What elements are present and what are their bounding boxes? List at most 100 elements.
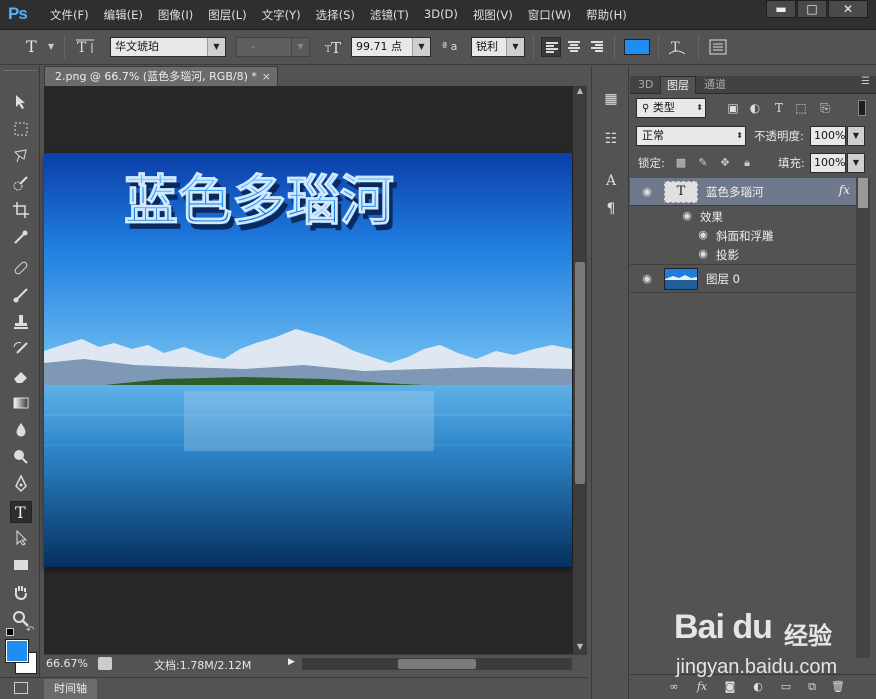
tab-layers[interactable]: 图层 <box>660 76 696 94</box>
gradient-tool-icon[interactable] <box>10 393 32 415</box>
document-tab[interactable]: 2.png @ 66.7% (蓝色多瑙河, RGB/8) * × <box>44 66 278 86</box>
effect-row-bevel[interactable]: ◉ 斜面和浮雕 <box>630 226 856 245</box>
font-family-select[interactable]: 华文琥珀 ▼ <box>110 37 226 57</box>
close-icon[interactable]: × <box>262 67 271 86</box>
document-image[interactable]: 蓝色多瑙河 蓝色多瑙河 <box>44 153 572 567</box>
scroll-down-icon[interactable]: ▼ <box>573 642 587 651</box>
fill-input[interactable]: 100% ▼ <box>810 153 865 173</box>
pen-tool-icon[interactable] <box>10 474 32 496</box>
eye-icon[interactable]: ◉ <box>696 228 710 242</box>
font-style-select[interactable]: - ▼ <box>236 37 310 57</box>
crop-tool-icon[interactable] <box>10 200 32 222</box>
zoom-level[interactable]: 66.67% <box>46 657 88 670</box>
new-adjustment-icon[interactable]: ◐ <box>750 679 766 695</box>
histogram-panel-icon[interactable]: ▦ <box>598 88 624 110</box>
menu-view[interactable]: 视图(V) <box>473 7 513 23</box>
scroll-thumb[interactable] <box>398 659 476 669</box>
layer-name[interactable]: 图层 0 <box>706 271 740 287</box>
text-tool-preset-icon[interactable]: T <box>26 37 37 57</box>
menu-image[interactable]: 图像(I) <box>158 7 193 23</box>
lock-transparent-icon[interactable]: ▩ <box>674 156 688 170</box>
text-color-swatch[interactable] <box>624 39 650 55</box>
menu-help[interactable]: 帮助(H) <box>586 7 627 23</box>
eye-icon[interactable]: ◉ <box>640 185 654 199</box>
delete-layer-icon[interactable]: 🗑︎ <box>830 679 846 695</box>
hand-tool-icon[interactable] <box>10 582 32 604</box>
menu-file[interactable]: 文件(F) <box>50 7 89 23</box>
filter-shape-icon[interactable]: ⬚ <box>794 101 808 115</box>
tab-channels[interactable]: 通道 <box>698 76 732 94</box>
maximize-button[interactable]: □ <box>797 0 827 18</box>
text-layer-content[interactable]: 蓝色多瑙河 <box>124 169 395 233</box>
panel-menu-icon[interactable]: ☰ <box>861 76 870 87</box>
blur-tool-icon[interactable] <box>10 420 32 442</box>
menu-layer[interactable]: 图层(L) <box>208 7 246 23</box>
scroll-thumb[interactable] <box>858 178 868 208</box>
close-button[interactable]: ✕ <box>828 0 868 18</box>
path-selection-tool-icon[interactable] <box>10 528 32 550</box>
minimize-button[interactable]: ▬ <box>766 0 796 18</box>
menu-edit[interactable]: 编辑(E) <box>104 7 143 23</box>
layer-name[interactable]: 蓝色多瑙河 <box>706 184 764 200</box>
layer-row-text[interactable]: ◉ T 蓝色多瑙河 fx <box>630 178 856 206</box>
scroll-thumb[interactable] <box>575 262 585 484</box>
eyedropper-tool-icon[interactable] <box>10 227 32 249</box>
effect-row-drop-shadow[interactable]: ◉ 投影 <box>630 245 856 265</box>
dodge-tool-icon[interactable] <box>10 447 32 469</box>
layers-scrollbar[interactable] <box>856 178 870 658</box>
blend-mode-select[interactable]: 正常 ⬍ <box>636 126 746 146</box>
foreground-color-swatch[interactable] <box>5 639 29 663</box>
status-info-icon[interactable] <box>98 657 112 670</box>
rectangle-tool-icon[interactable] <box>10 555 32 577</box>
vertical-scrollbar[interactable]: ▲ ▼ <box>573 86 587 654</box>
effects-group-row[interactable]: ◉ 效果 <box>630 207 856 226</box>
new-group-icon[interactable]: ▭ <box>778 679 794 695</box>
filter-type-icon[interactable]: T <box>772 101 786 115</box>
lock-position-icon[interactable]: ✥ <box>718 156 732 170</box>
chevron-down-icon[interactable]: ▼ <box>847 153 865 173</box>
new-layer-icon[interactable]: ⧉ <box>804 679 820 695</box>
eye-icon[interactable]: ◉ <box>680 209 694 223</box>
canvas-area[interactable]: 蓝色多瑙河 蓝色多瑙河 <box>44 86 573 654</box>
swap-colors-icon[interactable]: ↶ <box>26 625 34 636</box>
panel-grip[interactable] <box>4 70 36 74</box>
text-orientation-icon[interactable]: T <box>74 37 96 57</box>
preset-chevron-icon[interactable]: ▼ <box>48 37 54 57</box>
clone-stamp-tool-icon[interactable] <box>10 312 32 334</box>
paragraph-panel-icon[interactable]: ¶ <box>598 198 624 220</box>
filter-adjustment-icon[interactable]: ◐ <box>748 101 762 115</box>
menu-select[interactable]: 选择(S) <box>316 7 355 23</box>
eye-icon[interactable]: ◉ <box>696 247 710 261</box>
antialias-select[interactable]: 锐利 ▼ <box>471 37 525 57</box>
type-tool-icon[interactable]: T <box>10 501 32 523</box>
align-right-button[interactable] <box>587 37 607 57</box>
timeline-tab[interactable]: 时间轴 <box>44 679 97 699</box>
menu-filter[interactable]: 滤镜(T) <box>370 7 409 23</box>
opacity-input[interactable]: 100% ▼ <box>810 126 865 146</box>
filter-toggle[interactable] <box>858 100 866 116</box>
filter-smart-object-icon[interactable]: ⎘ <box>818 101 832 115</box>
filter-pixel-icon[interactable]: ▣ <box>726 101 740 115</box>
healing-brush-tool-icon[interactable] <box>10 258 32 280</box>
status-menu-arrow-icon[interactable]: ▶ <box>288 657 295 667</box>
character-panel-icon[interactable]: A <box>598 170 624 192</box>
fx-icon[interactable]: fx <box>839 183 850 197</box>
align-left-button[interactable] <box>541 37 561 57</box>
character-panel-icon[interactable] <box>708 37 728 57</box>
eraser-tool-icon[interactable] <box>10 366 32 388</box>
default-colors-icon[interactable] <box>6 628 14 636</box>
marquee-tool-icon[interactable] <box>10 119 32 141</box>
lock-image-icon[interactable]: ✎ <box>696 156 710 170</box>
chevron-down-icon[interactable]: ▼ <box>847 126 865 146</box>
history-panel-icon[interactable]: ☷ <box>598 128 624 150</box>
font-size-select[interactable]: 99.71 点 ▼ <box>351 37 431 57</box>
add-mask-icon[interactable]: ◙ <box>722 679 738 695</box>
scroll-up-icon[interactable]: ▲ <box>573 86 587 95</box>
add-style-icon[interactable]: fx <box>694 679 710 695</box>
lock-all-icon[interactable]: 🔒︎ <box>740 156 754 170</box>
layer-row-image[interactable]: ◉ 图层 0 <box>630 265 856 293</box>
eye-icon[interactable]: ◉ <box>640 272 654 286</box>
quick-selection-tool-icon[interactable] <box>10 173 32 195</box>
menu-window[interactable]: 窗口(W) <box>528 7 571 23</box>
warp-text-icon[interactable]: T <box>666 37 688 57</box>
